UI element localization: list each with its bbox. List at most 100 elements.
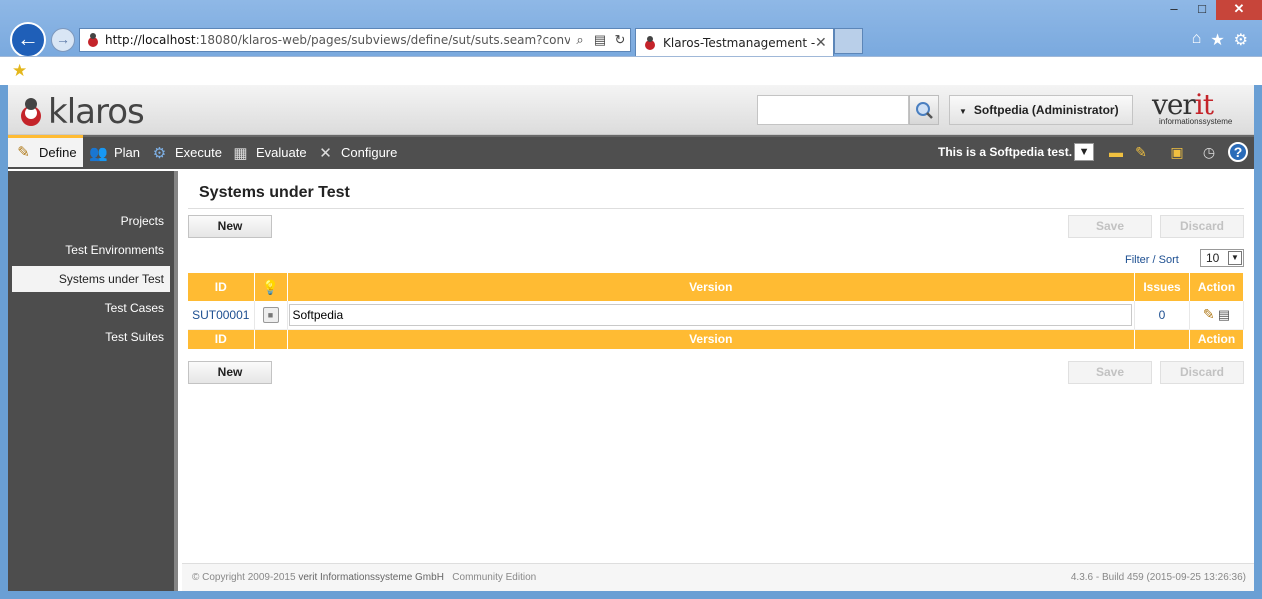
nav-evaluate[interactable]: ▦ Evaluate	[231, 137, 306, 169]
main-nav: ✎ Define 👥 Plan ⚙ Execute ▦ Evaluate ✕ C…	[8, 135, 1254, 169]
sut-table: ID 💡 Version Issues Action SUT00001 ■ 0 …	[188, 273, 1244, 349]
caret-down-icon: ▼	[959, 107, 967, 116]
table-row: SUT00001 ■ 0 ✎ ▤	[188, 301, 1244, 330]
project-select[interactable]: This is a Softpedia test. ▼	[938, 141, 1095, 163]
column-header-id[interactable]: ID	[188, 273, 255, 301]
nav-plan[interactable]: 👥 Plan	[89, 137, 140, 169]
column-header-lock: 💡	[254, 273, 288, 301]
url-path: :18080/klaros-web/pages/subviews/define/…	[195, 33, 570, 47]
delete-icon[interactable]: ▤	[1218, 307, 1230, 322]
add-favorite-icon[interactable]: ★	[12, 61, 27, 81]
browser-toolbar: ← → http://localhost:18080/klaros-web/pa…	[0, 0, 1262, 58]
project-label: This is a Softpedia test.	[938, 145, 1073, 159]
sidebar: Projects Test Environments Systems under…	[8, 171, 178, 591]
home-icon[interactable]: ⌂	[1192, 30, 1202, 50]
url-text[interactable]: http://localhost:18080/klaros-web/pages/…	[105, 33, 570, 47]
verit-logo: verit informationssysteme	[1152, 91, 1232, 127]
sidebar-item-test-environments[interactable]: Test Environments	[12, 237, 170, 263]
page-title: Systems under Test	[199, 184, 350, 201]
row-action-cell: ✎ ▤	[1189, 301, 1244, 330]
save-button-bottom[interactable]: Save	[1068, 361, 1152, 384]
nav-execute[interactable]: ⚙ Execute	[150, 137, 222, 169]
refresh-icon[interactable]: ↻	[612, 32, 628, 48]
settings-gear-icon[interactable]: ⚙	[1234, 30, 1248, 50]
sidebar-item-test-cases[interactable]: Test Cases	[12, 295, 170, 321]
new-button-top[interactable]: New	[188, 215, 272, 238]
row-id-cell: SUT00001	[188, 301, 255, 330]
search-button[interactable]	[909, 95, 939, 125]
configure-icon: ✕	[319, 144, 332, 162]
close-window-button[interactable]: ✕	[1216, 0, 1262, 20]
address-bar[interactable]: http://localhost:18080/klaros-web/pages/…	[79, 28, 631, 52]
maximize-button[interactable]: □	[1188, 0, 1216, 20]
execute-icon: ⚙	[152, 144, 167, 162]
table-footer-row: ID Version Action	[188, 329, 1244, 349]
back-button[interactable]: ←	[10, 22, 46, 58]
favorites-bar: ★	[0, 56, 1262, 85]
lock-icon[interactable]: ■	[262, 306, 279, 323]
project-store-icon[interactable]: ▬	[1107, 143, 1125, 161]
sidebar-item-systems-under-test[interactable]: Systems under Test	[12, 266, 170, 292]
sut-id-link[interactable]: SUT00001	[192, 308, 249, 322]
browser-tab[interactable]: Klaros-Testmanagement - ... ✕	[635, 28, 834, 56]
job-icon[interactable]: ▣	[1168, 143, 1186, 161]
tab-close-icon[interactable]: ✕	[815, 35, 833, 51]
version-input[interactable]	[288, 303, 1132, 326]
search-icon[interactable]: ⌕	[572, 32, 588, 48]
footer-header-id: ID	[188, 329, 255, 349]
nav-define[interactable]: ✎ Define	[8, 135, 83, 167]
row-version-cell	[287, 301, 1135, 330]
compat-view-icon[interactable]: ▤	[592, 32, 608, 48]
tab-favicon-icon	[645, 35, 655, 50]
edit-icon[interactable]: ✎	[1203, 306, 1215, 322]
help-icon[interactable]: ?	[1228, 142, 1248, 162]
evaluate-icon: ▦	[233, 144, 248, 162]
lightbulb-icon: 💡	[261, 278, 280, 295]
edit-note-icon[interactable]: ✎	[1132, 143, 1150, 161]
klaros-logo[interactable]: klaros	[16, 92, 145, 132]
column-header-issues[interactable]: Issues	[1134, 273, 1190, 301]
title-divider	[188, 208, 1244, 209]
plan-icon: 👥	[89, 144, 108, 162]
column-header-action: Action	[1189, 273, 1244, 301]
footer-header-lock	[254, 329, 288, 349]
discard-button-bottom[interactable]: Discard	[1160, 361, 1244, 384]
favorites-star-icon[interactable]: ★	[1210, 30, 1224, 50]
url-host: http://localhost	[105, 33, 196, 47]
column-header-version[interactable]: Version	[287, 273, 1135, 301]
forward-button[interactable]: →	[51, 28, 75, 52]
sidebar-item-projects[interactable]: Projects	[12, 208, 170, 234]
nav-configure-label: Configure	[341, 145, 398, 160]
chevron-down-icon: ▼	[1228, 251, 1242, 265]
page-size-select[interactable]: 10 ▼	[1200, 249, 1244, 267]
sidebar-item-test-suites[interactable]: Test Suites	[12, 324, 170, 350]
browser-icons: ⌂ ★ ⚙	[1192, 30, 1248, 50]
new-button-bottom[interactable]: New	[188, 361, 272, 384]
footer-header-action: Action	[1189, 329, 1244, 349]
window-controls: – □ ✕	[1160, 0, 1262, 20]
verit-logo-text: verit	[1152, 91, 1232, 119]
issues-count-link[interactable]: 0	[1159, 308, 1166, 322]
footer-header-version: Version	[287, 329, 1135, 349]
nav-configure[interactable]: ✕ Configure	[316, 137, 397, 169]
minimize-button[interactable]: –	[1160, 0, 1188, 20]
tab-title: Klaros-Testmanagement - ...	[663, 35, 815, 50]
klaros-logo-text: klaros	[48, 92, 145, 132]
clock-icon[interactable]: ◷	[1200, 143, 1218, 161]
table-header-row: ID 💡 Version Issues Action	[188, 273, 1244, 301]
user-menu[interactable]: ▼ Softpedia (Administrator)	[949, 95, 1133, 125]
user-label: Softpedia (Administrator)	[973, 103, 1119, 117]
company-name: verit Informationssysteme GmbH	[298, 572, 444, 583]
site-favicon-icon	[88, 33, 98, 47]
search-input[interactable]	[757, 95, 909, 125]
main-content: Systems under Test New Save Discard Filt…	[182, 171, 1254, 591]
footer-copyright: © Copyright 2009-2015 verit Informations…	[192, 564, 536, 592]
edition-text: Community Edition	[452, 572, 537, 583]
save-button-top[interactable]: Save	[1068, 215, 1152, 238]
chevron-down-icon: ▼	[1074, 143, 1095, 161]
filter-sort-link[interactable]: Filter / Sort	[1125, 254, 1179, 266]
new-tab-button[interactable]	[834, 28, 863, 54]
copyright-text: © Copyright 2009-2015	[192, 572, 296, 583]
nav-execute-label: Execute	[175, 145, 222, 160]
discard-button-top[interactable]: Discard	[1160, 215, 1244, 238]
